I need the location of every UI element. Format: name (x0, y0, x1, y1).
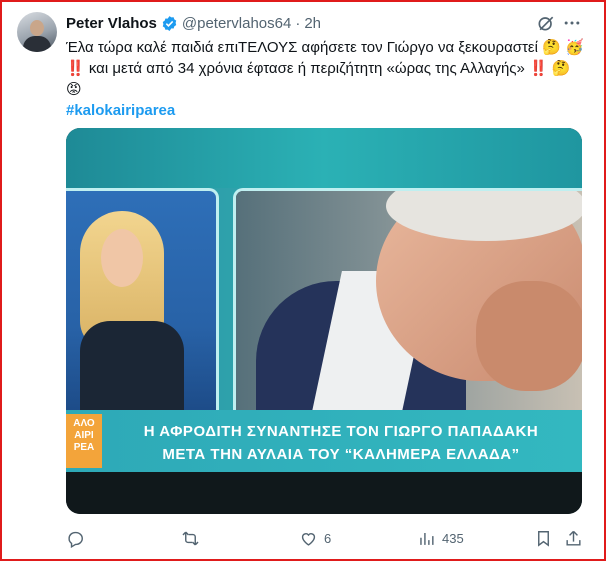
video-panel-left (66, 188, 219, 420)
woman-dress (80, 321, 184, 417)
bookmark-icon (538, 530, 549, 547)
like-button[interactable]: 6 (299, 527, 331, 549)
tv-studio-top (66, 128, 582, 188)
views-button[interactable]: 435 (417, 527, 464, 549)
reply-button[interactable] (66, 527, 91, 549)
hashtag-link[interactable]: #kalokairiparea (66, 102, 175, 119)
views-chart-icon (420, 532, 434, 545)
retweet-icon (182, 531, 199, 545)
separator-dot: · (295, 14, 301, 32)
retweet-button[interactable] (181, 527, 206, 549)
show-logo-line-2: ΑΙΡΙ (74, 430, 94, 441)
bookmark-button[interactable] (534, 527, 553, 549)
action-bar: 6 435 (0, 527, 606, 551)
author-name[interactable]: Peter Vlahos (66, 15, 157, 32)
show-logo-line-1: ΑΛΟ (73, 418, 95, 429)
tweet-text: Έλα τώρα καλέ παιδιά επιΤΕΛΟΥΣ αφήσετε τ… (66, 37, 586, 121)
reply-icon (68, 531, 83, 548)
avatar-body (23, 36, 51, 52)
share-button[interactable] (564, 527, 583, 549)
tv-bottom-edge (66, 472, 582, 514)
man-hand (476, 281, 582, 391)
verified-badge-icon (162, 15, 177, 31)
views-count: 435 (442, 530, 464, 546)
tweet-line-2: ‼️ και μετά από 34 χρόνια έφτασε ή περιζ… (66, 60, 571, 77)
show-logo-line-3: ΡΕΑ (73, 442, 95, 453)
video-panel-right (233, 188, 582, 420)
timestamp[interactable]: 2h (304, 15, 321, 32)
like-count: 6 (324, 530, 332, 546)
avatar[interactable] (17, 12, 57, 52)
show-logo: ΑΛΟ ΑΙΡΙ ΡΕΑ (66, 414, 102, 468)
heart-icon (301, 532, 316, 546)
caption-line-1: Η ΑΦΡΟΔΙΤΗ ΣΥΝΑΝΤΗΣΕ ΤΟΝ ΓΙΩΡΓΟ ΠΑΠΑΔΑΚΗ (143, 423, 539, 440)
woman-face (101, 229, 143, 287)
caption-line-2: ΜΕΤΑ ΤΗΝ ΑΥΛΑΙΑ ΤΟΥ “ΚΑΛΗΜΕΡΑ ΕΛΛΑΔΑ” (162, 446, 520, 463)
tweet-line-3: 😡 (66, 81, 82, 98)
tweet-image[interactable]: ΑΛΟ ΑΙΡΙ ΡΕΑ Η ΑΦΡΟΔΙΤΗ ΣΥΝΑΝΤΗΣΕ ΤΟΝ ΓΙ… (66, 128, 582, 514)
tweet-header: Peter Vlahos @petervlahos64 · 2h (66, 13, 321, 33)
avatar-head (30, 20, 44, 36)
share-icon (566, 530, 581, 546)
author-handle[interactable]: @petervlahos64 (182, 15, 291, 32)
more-icon[interactable] (562, 13, 582, 33)
grok-icon[interactable] (536, 13, 556, 33)
tweet-line-1: Έλα τώρα καλέ παιδιά επιΤΕΛΟΥΣ αφήσετε τ… (66, 39, 584, 56)
